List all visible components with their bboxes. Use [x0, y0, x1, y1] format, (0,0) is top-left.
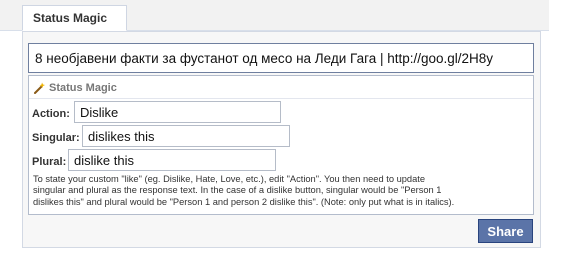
help-line: dislikes this" and plural would be "Pers…	[33, 196, 455, 207]
app-title: Status Magic	[33, 80, 527, 96]
tab-bar: Status Magic	[0, 0, 549, 31]
help-line: singular and plural as the response text…	[33, 185, 442, 196]
status-input[interactable]	[28, 43, 534, 73]
divider	[29, 98, 533, 99]
share-button[interactable]: Share	[478, 219, 533, 243]
tab-label: Status Magic	[33, 11, 108, 25]
magic-wand-icon	[34, 82, 45, 94]
action-input[interactable]	[74, 101, 281, 123]
tab-status-magic[interactable]: Status Magic	[22, 5, 127, 31]
help-line: To state your custom "like" (eg. Dislike…	[33, 174, 426, 184]
app-title-text: Status Magic	[49, 82, 117, 94]
singular-label: Singular:	[32, 132, 80, 144]
plural-input[interactable]	[68, 149, 276, 171]
singular-input[interactable]	[82, 125, 290, 147]
status-magic-app: Status Magic Action: Singular: Plural: T…	[28, 75, 534, 215]
help-text: To state your custom "like" (eg. Dislike…	[33, 174, 529, 208]
plural-label: Plural:	[32, 156, 67, 168]
action-label: Action:	[32, 108, 70, 120]
